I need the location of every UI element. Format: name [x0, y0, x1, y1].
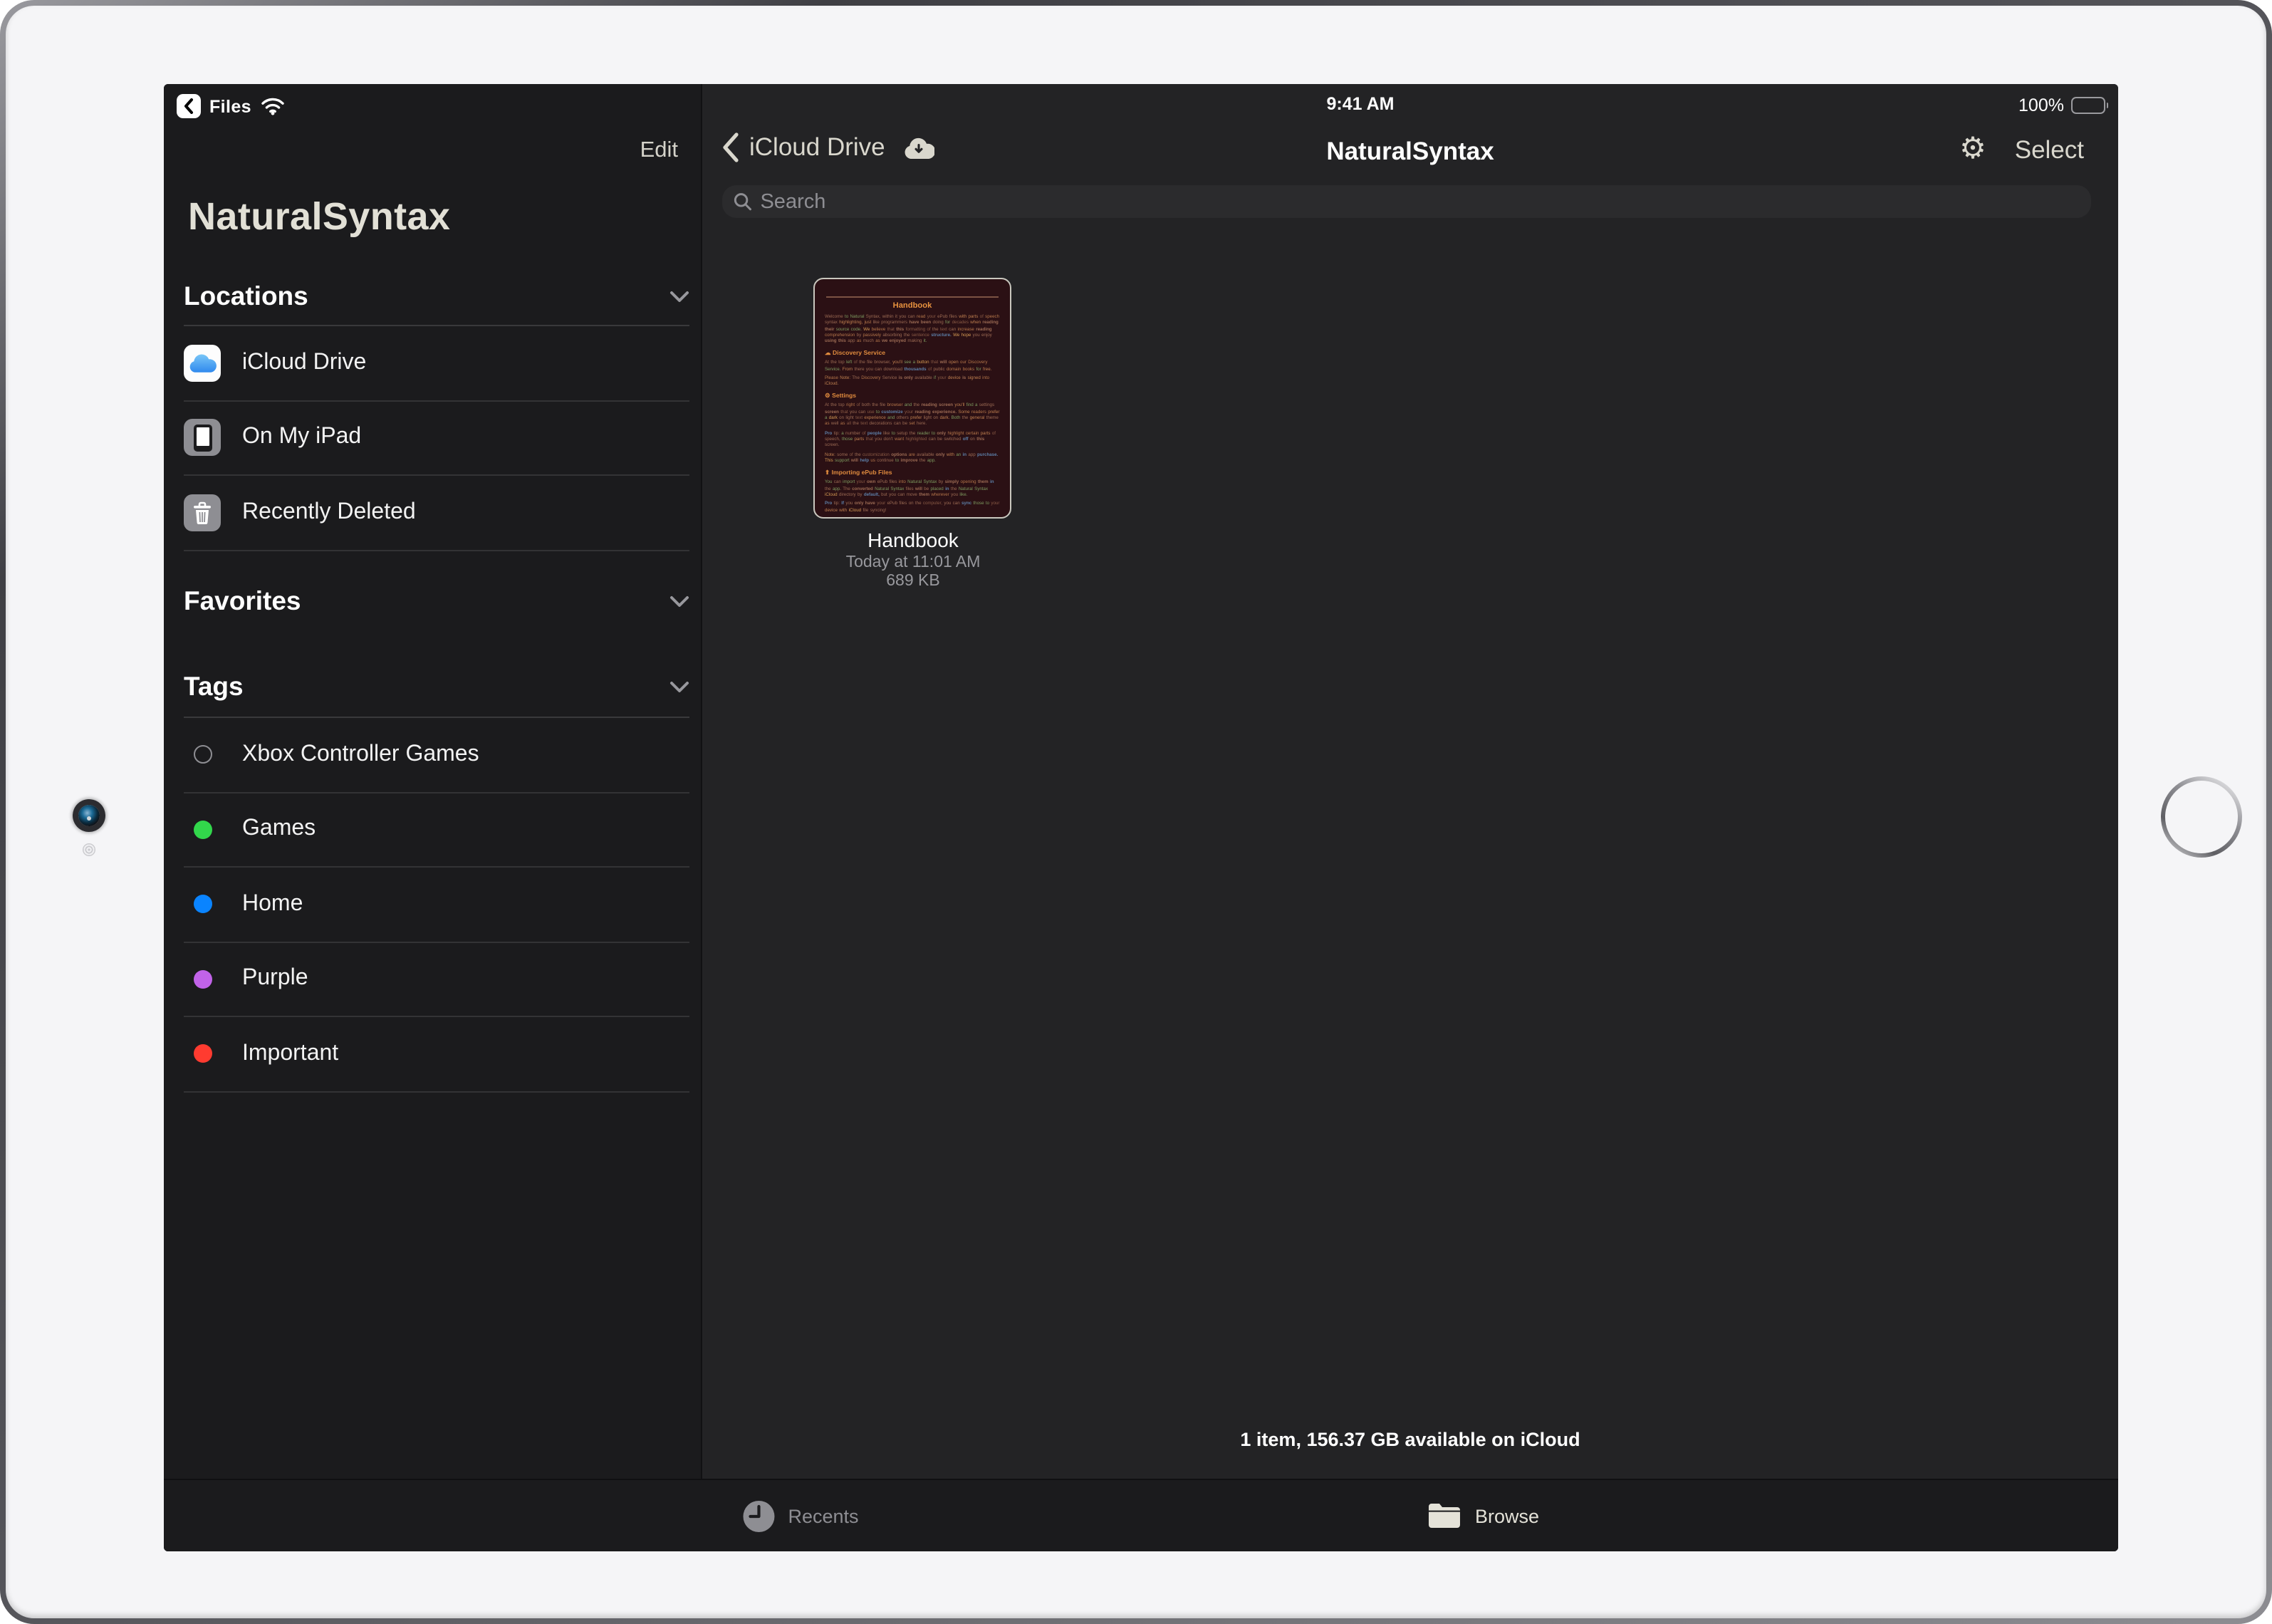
file-item-handbook[interactable]: Handbook Welcome to Natural Syntax, with…: [813, 278, 1013, 590]
select-button[interactable]: Select: [2015, 135, 2084, 165]
search-icon: [734, 192, 751, 211]
chevron-down-icon: [669, 595, 689, 608]
doc-title: Handbook: [825, 302, 1000, 311]
main-pane: 9:41 AM 100% iCloud Drive: [702, 84, 2118, 1551]
battery-icon: [2071, 97, 2108, 114]
back-to-files-app-chip[interactable]: [177, 94, 201, 118]
sidebar-item-tag-games[interactable]: Games: [184, 793, 689, 868]
sidebar-app-title: NaturalSyntax: [188, 195, 450, 239]
battery-percent-label: 100%: [2018, 95, 2064, 115]
locations-list: iCloud Drive On My iPad: [184, 325, 689, 551]
tag-label: Games: [242, 817, 316, 843]
gear-icon[interactable]: ⚙: [1959, 134, 1986, 165]
chevron-down-icon: [669, 680, 689, 693]
back-chevron-icon: [184, 98, 194, 114]
doc-body: Welcome to Natural Syntax, within it you…: [825, 313, 1000, 519]
ipad-device: Files Edit NaturalSyntax Locations: [0, 0, 2272, 1624]
edit-button[interactable]: Edit: [640, 138, 678, 164]
section-label: Tags: [184, 671, 244, 702]
file-date: Today at 11:01 AM: [813, 554, 1013, 571]
ambient-light-sensor: [83, 843, 95, 856]
ipad-icon: [184, 420, 221, 457]
status-bar-time: 9:41 AM: [702, 94, 2118, 114]
tag-circle-icon: [193, 821, 212, 839]
screen: Files Edit NaturalSyntax Locations: [164, 84, 2118, 1551]
sidebar-item-recently-deleted[interactable]: Recently Deleted: [184, 476, 689, 551]
tab-browse[interactable]: Browse: [1427, 1480, 1539, 1551]
tag-label: Purple: [242, 967, 308, 992]
tab-recents[interactable]: Recents: [742, 1480, 858, 1551]
sidebar: Files Edit NaturalSyntax Locations: [164, 84, 702, 1551]
file-thumbnail[interactable]: Handbook Welcome to Natural Syntax, with…: [813, 278, 1011, 519]
tag-circle-icon: [193, 895, 212, 914]
sidebar-item-tag-xbox-controller-games[interactable]: Xbox Controller Games: [184, 718, 689, 793]
sidebar-item-label: iCloud Drive: [242, 350, 366, 376]
sidebar-item-tag-home[interactable]: Home: [184, 868, 689, 942]
wifi-icon: [260, 97, 284, 115]
device-bezel: Files Edit NaturalSyntax Locations: [6, 6, 2266, 1618]
search-bar[interactable]: [722, 185, 2091, 218]
tag-label: Xbox Controller Games: [242, 742, 479, 768]
file-name: Handbook: [813, 529, 1013, 551]
tag-circle-icon: [193, 970, 212, 989]
back-to-app-label[interactable]: Files: [209, 96, 251, 116]
item-count-status: 1 item, 156.37 GB available on iCloud: [702, 1429, 2118, 1450]
tags-list: Xbox Controller Games Games Home Pu: [184, 717, 689, 1092]
tab-label: Browse: [1475, 1505, 1539, 1526]
camera-lens-glint: [87, 816, 91, 821]
sidebar-item-label: On My iPad: [242, 425, 361, 451]
clock-icon: [742, 1499, 775, 1532]
sidebar-item-icloud-drive[interactable]: iCloud Drive: [184, 326, 689, 401]
tag-circle-icon: [193, 746, 212, 764]
status-bar-left: Files: [177, 94, 284, 118]
chevron-down-icon: [669, 290, 689, 303]
section-header-favorites[interactable]: Favorites: [184, 583, 689, 620]
sidebar-item-label: Recently Deleted: [242, 500, 416, 526]
navigation-bar: iCloud Drive NaturalSyntax ⚙ Select: [702, 132, 2118, 172]
tag-circle-icon: [193, 1045, 212, 1063]
trash-icon: [184, 494, 221, 531]
folder-icon: [1427, 1501, 1462, 1530]
home-button[interactable]: [2161, 776, 2242, 858]
sidebar-item-tag-important[interactable]: Important: [184, 1017, 689, 1092]
search-input[interactable]: [760, 190, 2080, 213]
page-title: NaturalSyntax: [702, 137, 2118, 167]
front-camera: [78, 805, 100, 826]
tab-label: Recents: [788, 1505, 858, 1526]
section-label: Favorites: [184, 585, 301, 617]
status-bar-battery: 100%: [2018, 95, 2108, 115]
icloud-drive-icon: [184, 345, 221, 382]
tag-label: Important: [242, 1041, 338, 1067]
tag-label: Home: [242, 892, 303, 917]
sidebar-item-on-my-ipad[interactable]: On My iPad: [184, 401, 689, 476]
tab-bar: Recents Browse: [164, 1479, 2118, 1551]
doc-divider: [826, 296, 999, 298]
section-header-locations[interactable]: Locations: [184, 278, 689, 315]
file-size: 689 KB: [813, 573, 1013, 590]
sidebar-item-tag-purple[interactable]: Purple: [184, 942, 689, 1017]
device-frame: Files Edit NaturalSyntax Locations: [0, 0, 2272, 1624]
section-label: Locations: [184, 281, 308, 312]
nav-right-actions: ⚙ Select: [1959, 134, 2084, 165]
section-header-tags[interactable]: Tags: [184, 668, 689, 705]
